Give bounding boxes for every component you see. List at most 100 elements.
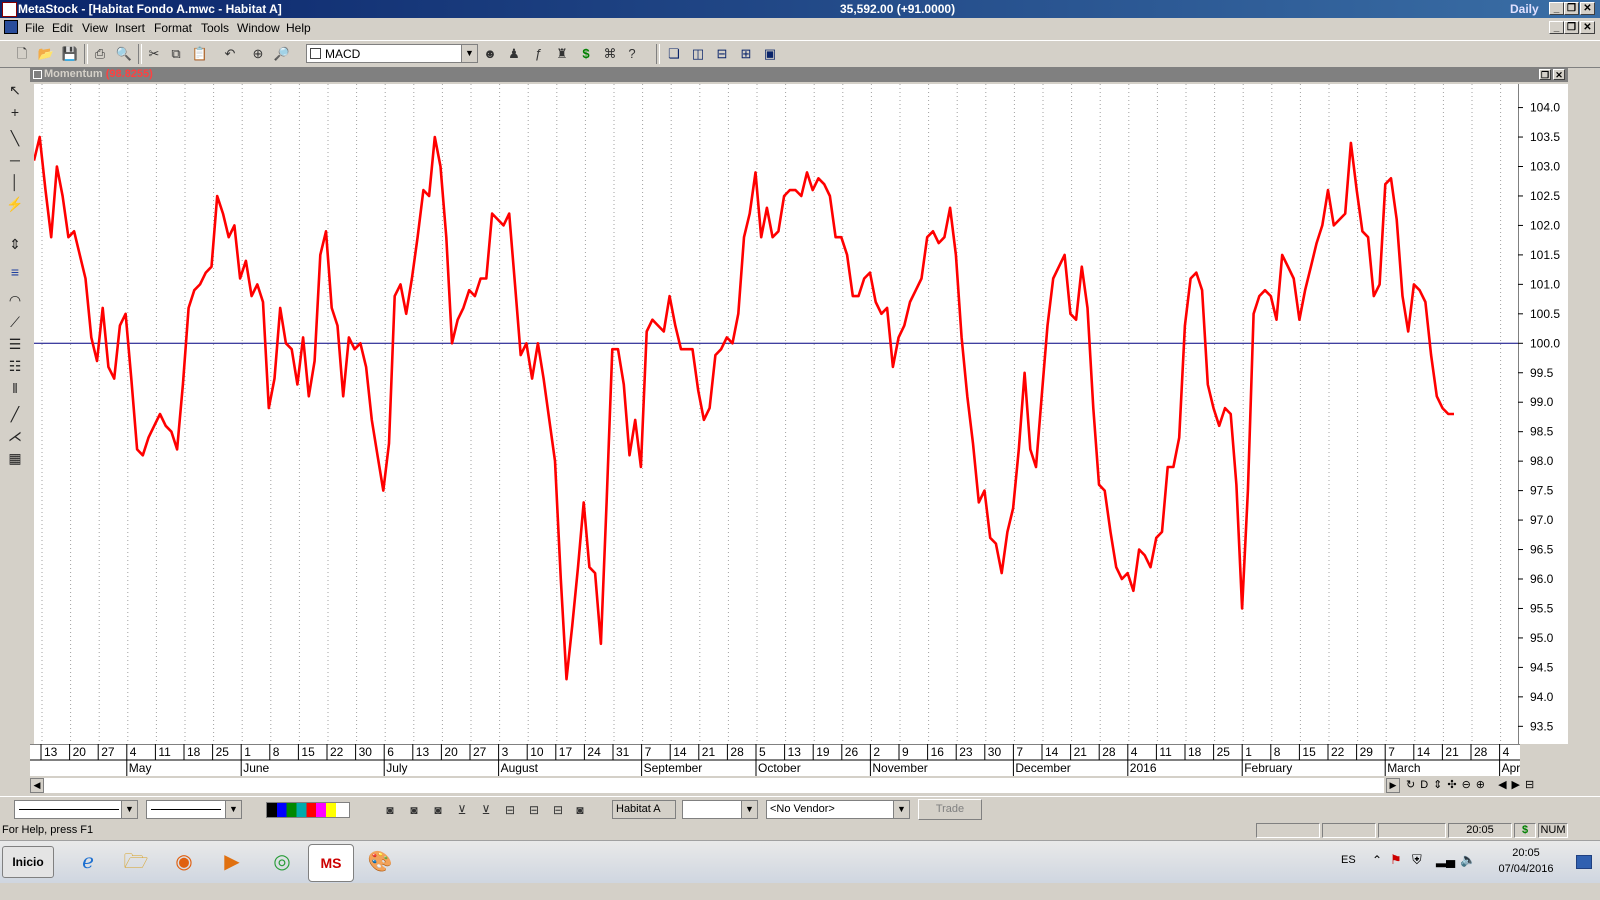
chart-window-icon[interactable] [33,70,42,79]
metastock-icon[interactable]: MS [308,844,354,882]
language-indicator[interactable]: ES [1341,854,1356,866]
tile-horizontal-icon[interactable]: ⊟ [712,44,732,64]
style-6-icon[interactable]: ⊟ [500,800,520,820]
action-center-icon[interactable]: ⚑ [1390,852,1402,868]
tile-grid-icon[interactable]: ⊞ [736,44,756,64]
cycle-lines-icon[interactable]: ⚡ [5,194,25,214]
zoom-controls-icon[interactable]: ↻D⇕✣⊖⊕ ◀▶⊟ [1406,778,1539,791]
horizontal-scrollbar[interactable]: ◀ ▶ ↻D⇕✣⊖⊕ ◀▶⊟ [30,778,1570,794]
media-player-icon[interactable]: ▶ [210,844,254,880]
speed-lines-icon[interactable]: ⋌ [5,426,25,446]
clock-time[interactable]: 20:05 [1486,847,1566,859]
line-style-select[interactable]: ▼ [14,800,138,819]
vertical-line-icon[interactable]: │ [5,172,25,192]
menu-file[interactable]: File [25,21,44,35]
style-1-icon[interactable]: ◙ [380,800,400,820]
vertical-arrow-icon[interactable]: ⇕ [5,234,25,254]
print-preview-icon[interactable]: 🔍 [114,44,134,64]
menu-view[interactable]: View [82,21,108,35]
network-icon[interactable]: ▂▄ [1436,852,1455,868]
show-desktop-icon[interactable] [1576,855,1592,869]
security-tray-icon[interactable]: ⛨ [1412,852,1422,868]
horizontal-line-icon[interactable]: ─ [5,150,25,170]
child-window-icon[interactable] [4,20,18,34]
momentum-plot[interactable] [34,84,1518,744]
chart-restore-button[interactable]: ❐ [1539,69,1551,80]
vendor-select[interactable]: <No Vendor> ▼ [766,800,910,819]
expert-icon[interactable]: ☻ [480,44,500,64]
fan-icon[interactable]: ⟋ [5,312,25,332]
retracement-icon[interactable]: ☷ [5,356,25,376]
clock-date[interactable]: 07/04/2016 [1486,863,1566,875]
file-explorer-icon[interactable]: 🗁 [114,844,158,880]
print-icon[interactable]: ⎙ [90,44,110,64]
fibonacci-icon[interactable]: ☰ [5,334,25,354]
style-5-icon[interactable]: ⊻ [476,800,496,820]
menu-window[interactable]: Window [237,21,280,35]
grid-icon[interactable]: ▦ [5,448,25,468]
menu-format[interactable]: Format [154,21,192,35]
restore-button[interactable]: ❐ [1564,2,1579,15]
scroll-right-icon[interactable]: ▶ [1386,778,1400,793]
trade-button[interactable]: Trade [918,799,982,820]
zoom-icon[interactable]: 🔎 [272,44,292,64]
system-tester-icon[interactable]: ♜ [552,44,572,64]
arc-icon[interactable]: ◠ [5,290,25,310]
pointer-icon[interactable]: ↖ [5,80,25,100]
chrome-icon[interactable]: ◎ [260,844,304,880]
chevron-down-icon[interactable]: ▼ [225,801,241,818]
style-2-icon[interactable]: ◙ [404,800,424,820]
formula-icon[interactable]: ƒ [528,44,548,64]
line-weight-select[interactable]: ▼ [146,800,242,819]
style-3-icon[interactable]: ◙ [428,800,448,820]
chevron-down-icon[interactable]: ▼ [893,801,909,818]
arrange-icon[interactable]: ▣ [760,44,780,64]
minimize-button[interactable]: _ [1549,2,1564,15]
security-box[interactable]: Habitat A [612,800,676,819]
close-button[interactable]: ✕ [1580,2,1595,15]
vendor-option-select[interactable]: ▼ [682,800,758,819]
internet-explorer-icon[interactable]: ℯ [66,844,110,880]
open-icon[interactable]: 📂 [36,44,56,64]
indicator-select[interactable]: MACD ▼ [306,44,478,63]
scroll-track[interactable] [44,778,1384,793]
copy-icon[interactable]: ⧉ [166,44,186,64]
chevron-down-icon[interactable]: ▼ [741,801,757,818]
channel-icon[interactable]: ≡ [5,262,25,282]
context-help-icon[interactable]: ? [622,44,642,64]
time-zones-icon[interactable]: ‖ [5,378,25,398]
style-7-icon[interactable]: ⊟ [524,800,544,820]
new-icon[interactable]: 🗋 [12,44,32,64]
crosshair-tool-icon[interactable]: + [5,102,25,122]
crosshair-icon[interactable]: ⊕ [248,44,268,64]
paste-icon[interactable]: 📋 [190,44,210,64]
cut-icon[interactable]: ✂ [144,44,164,64]
save-icon[interactable]: 💾 [60,44,80,64]
tile-vertical-icon[interactable]: ◫ [688,44,708,64]
child-restore-button[interactable]: ❐ [1564,21,1579,34]
style-4-icon[interactable]: ⊻ [452,800,472,820]
menu-edit[interactable]: Edit [52,21,73,35]
style-9-icon[interactable]: ◙ [570,800,590,820]
undo-icon[interactable]: ↶ [220,44,240,64]
chart-close-button[interactable]: ✕ [1553,69,1565,80]
menu-help[interactable]: Help [286,21,311,35]
trendline-icon[interactable]: ╲ [5,128,25,148]
start-button[interactable]: Inicio [2,846,54,878]
advisor-icon[interactable]: ♟ [504,44,524,64]
scroll-left-icon[interactable]: ◀ [30,778,44,793]
show-hidden-icon[interactable]: ⌃ [1372,853,1382,867]
paint-icon[interactable]: 🎨 [358,844,402,880]
volume-icon[interactable]: 🔈 [1460,852,1476,868]
color-palette[interactable] [266,802,350,818]
momentum-series-line[interactable] [34,135,1454,681]
line-tool-icon[interactable]: ╱ [5,404,25,424]
chevron-down-icon[interactable]: ▼ [121,801,137,818]
firefox-icon[interactable]: ◉ [162,844,206,880]
dollar-icon[interactable]: $ [576,44,596,64]
style-8-icon[interactable]: ⊟ [548,800,568,820]
menu-insert[interactable]: Insert [115,21,145,35]
child-close-button[interactable]: ✕ [1580,21,1595,34]
child-minimize-button[interactable]: _ [1549,21,1564,34]
menu-tools[interactable]: Tools [201,21,229,35]
